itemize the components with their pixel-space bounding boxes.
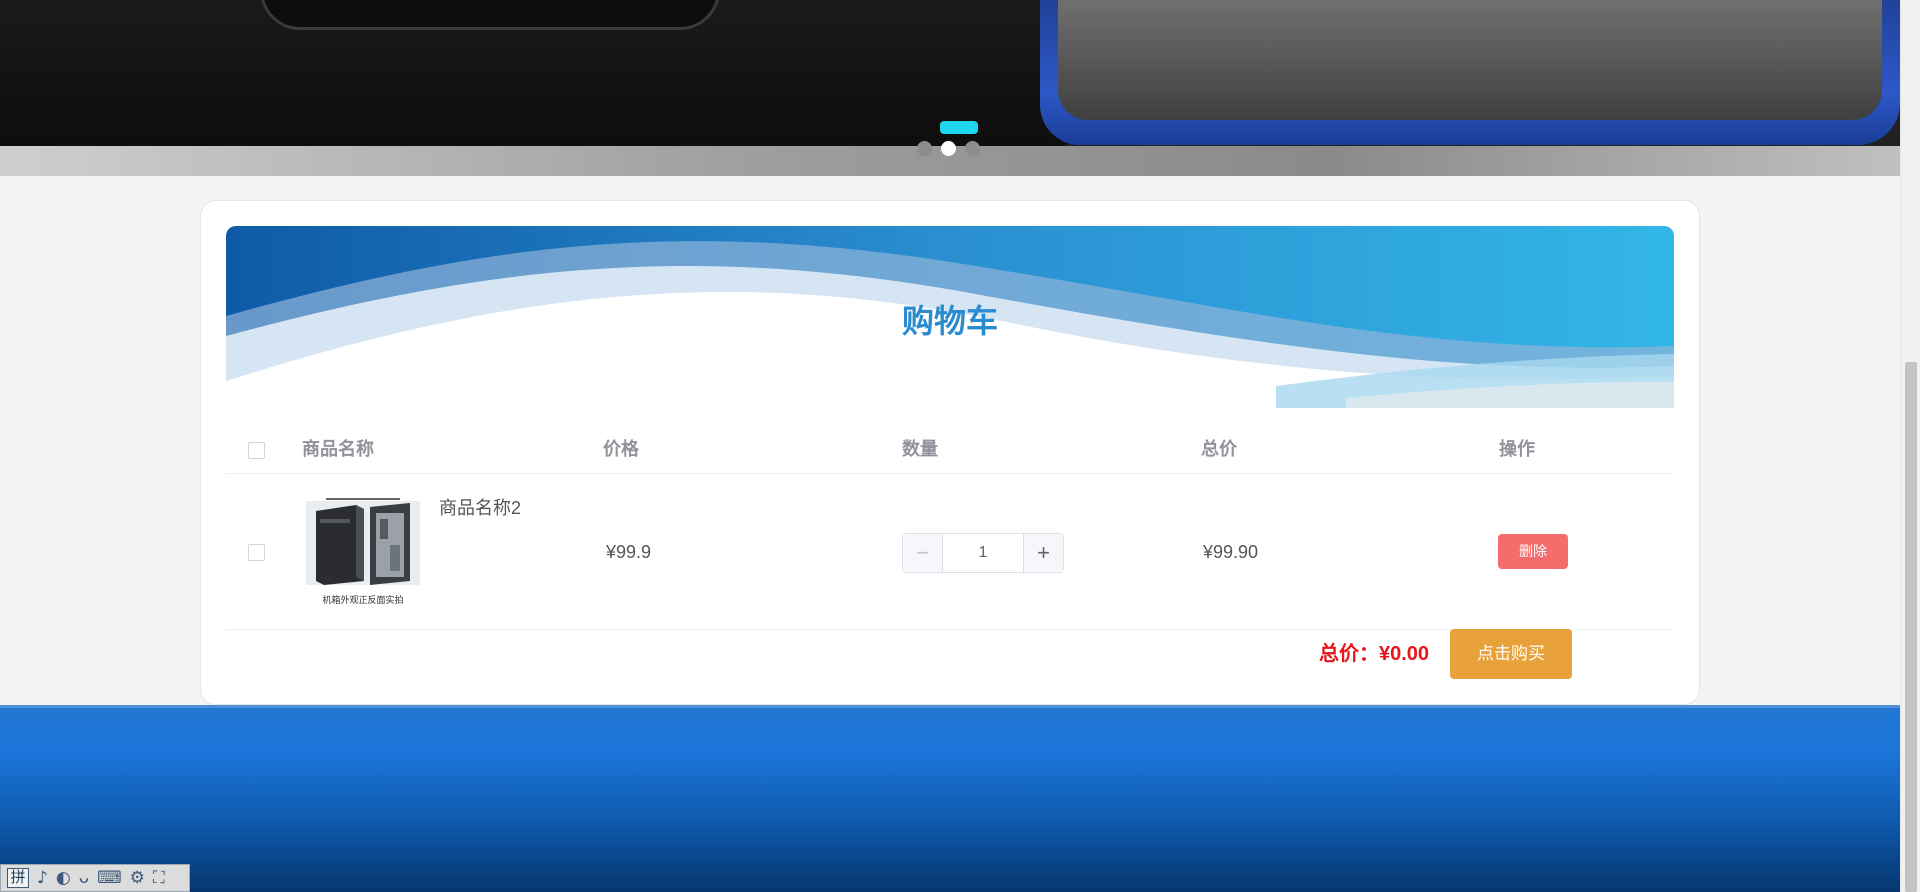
ime-punctuation-icon[interactable]: ♪ (37, 868, 48, 888)
banner-phone-screen (1058, 0, 1882, 120)
ime-toolbar[interactable]: 拼 ♪ ◐ ᴗ ⌨ ⚙ ⛶ (0, 864, 190, 892)
ime-settings-icon[interactable]: ⚙ (130, 868, 145, 888)
column-header-action: 操作 (1499, 439, 1535, 459)
carousel-dots (917, 141, 980, 156)
banner-carousel (0, 0, 1900, 176)
buy-button[interactable]: 点击购买 (1450, 629, 1572, 679)
product-price: ¥99.9 (606, 542, 652, 562)
ime-soft-keyboard-icon[interactable]: ⌨ (97, 868, 122, 888)
ime-expand-icon[interactable]: ⛶ (153, 868, 165, 888)
minus-icon: − (916, 540, 929, 565)
page-title: 购物车 (901, 303, 998, 339)
decrease-quantity-button[interactable]: − (903, 534, 943, 572)
page-scrollbar[interactable] (1900, 0, 1920, 892)
table-row: 机箱外观正反面实拍 商品名称2 ¥99.9 − 1 + ¥99.90 删除 (226, 474, 1674, 630)
column-header-price: 价格 (603, 439, 639, 459)
row-select-checkbox[interactable] (248, 544, 265, 561)
carousel-dot-1[interactable] (917, 141, 932, 156)
column-header-quantity: 数量 (902, 439, 938, 459)
product-image-caption: 机箱外观正反面实拍 (322, 595, 404, 605)
quantity-input[interactable]: 1 (943, 534, 1023, 572)
product-name[interactable]: 商品名称2 (439, 494, 521, 520)
ime-symbol-icon[interactable]: ᴗ (79, 868, 89, 888)
column-header-total: 总价 (1201, 439, 1237, 459)
cart-table-header: 商品名称 价格 数量 总价 操作 (226, 424, 1674, 474)
quantity-stepper[interactable]: − 1 + (902, 533, 1064, 573)
page-footer (0, 705, 1900, 892)
product-total: ¥99.90 (1203, 542, 1259, 562)
ime-mode-button[interactable]: 拼 (7, 868, 29, 888)
select-all-checkbox[interactable] (248, 442, 265, 459)
cart-total-value: ¥0.00 (1379, 643, 1430, 665)
cart-total-label: 总价： (1319, 643, 1379, 665)
computer-case-image (306, 497, 420, 597)
cart-header-banner: 购物车 (226, 226, 1674, 408)
carousel-active-indicator (940, 121, 978, 134)
increase-quantity-button[interactable]: + (1023, 534, 1063, 572)
carousel-dot-3[interactable] (965, 141, 980, 156)
scrollbar-thumb[interactable] (1905, 362, 1917, 892)
column-header-name: 商品名称 (302, 439, 374, 459)
delete-button[interactable]: 删除 (1498, 534, 1568, 569)
banner-device-cutout (260, 0, 720, 30)
cart-total: 总价：¥0.00 (1319, 639, 1429, 669)
cart-card: 购物车 商品名称 价格 数量 总价 操作 机箱外观正反面实拍 商品名称2 ¥99… (200, 200, 1700, 705)
carousel-dot-2[interactable] (941, 141, 956, 156)
ime-fullwidth-icon[interactable]: ◐ (56, 868, 71, 888)
plus-icon: + (1037, 540, 1050, 565)
product-thumbnail[interactable]: 机箱外观正反面实拍 (306, 497, 420, 605)
